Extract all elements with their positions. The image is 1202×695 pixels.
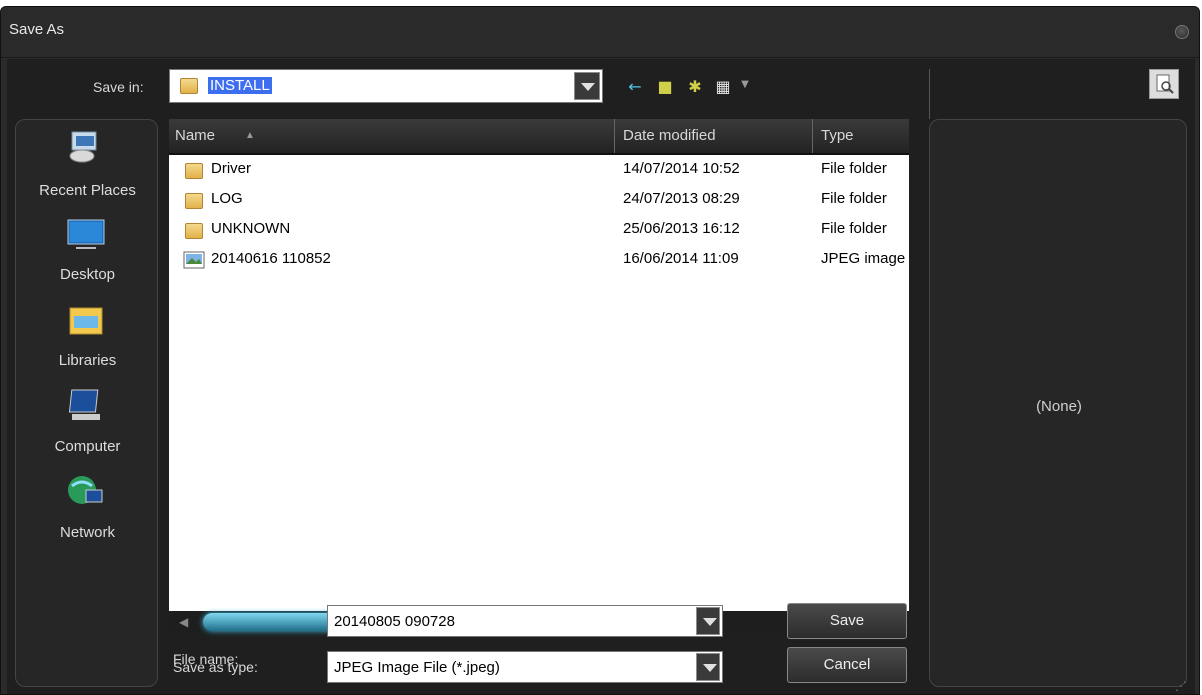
view-menu-chevron-icon[interactable]: ▼ xyxy=(735,75,755,95)
table-row[interactable]: Driver 14/07/2014 10:52 File folder xyxy=(169,155,909,185)
save-as-type-label: Save as type: xyxy=(173,659,258,675)
sort-ascending-icon: ▲ xyxy=(245,130,255,141)
save-in-dropdown[interactable]: INSTALL xyxy=(169,69,603,103)
file-name-value: 20140805 090728 xyxy=(334,613,455,630)
file-name: UNKNOWN xyxy=(211,220,291,237)
save-in-value: INSTALL xyxy=(208,77,272,94)
file-date: 14/07/2014 10:52 xyxy=(623,160,740,177)
resize-grip-icon[interactable]: ⋰ xyxy=(1175,679,1187,693)
table-row[interactable]: UNKNOWN 25/06/2013 16:12 File folder xyxy=(169,215,909,245)
file-name: 20140616 110852 xyxy=(211,250,331,267)
chevron-down-icon[interactable] xyxy=(574,72,600,100)
chevron-down-icon[interactable] xyxy=(696,607,720,635)
table-row[interactable]: LOG 24/07/2013 08:29 File folder xyxy=(169,185,909,215)
save-as-type-select[interactable]: JPEG Image File (*.jpeg) xyxy=(327,651,723,683)
file-date: 25/06/2013 16:12 xyxy=(623,220,740,237)
back-arrow-icon[interactable]: ← xyxy=(625,77,645,97)
libraries-icon xyxy=(69,307,103,335)
network-icon xyxy=(68,476,103,504)
recent-places-icon xyxy=(69,131,97,163)
preview-toggle-icon[interactable] xyxy=(1149,69,1179,99)
folder-icon xyxy=(185,223,203,239)
title-bar[interactable]: Save As xyxy=(1,7,1199,58)
file-type: JPEG image xyxy=(821,250,906,267)
column-date[interactable]: Date modified xyxy=(617,119,813,153)
close-icon[interactable] xyxy=(1175,25,1189,39)
file-type: File folder xyxy=(821,160,887,177)
file-type: File folder xyxy=(821,220,887,237)
image-file-icon xyxy=(183,251,205,269)
place-label: Libraries xyxy=(58,352,117,369)
place-label: Recent Places xyxy=(39,182,136,199)
dialog-body: Save in: INSTALL ← ■ ✱ ▦ ▼ Recent Places… xyxy=(7,59,1195,694)
file-name: Driver xyxy=(211,160,251,177)
table-row[interactable]: 20140616 110852 16/06/2014 11:09 JPEG im… xyxy=(169,245,909,275)
column-type[interactable]: Type xyxy=(815,119,909,153)
preview-none-text: (None) xyxy=(1036,398,1082,415)
file-date: 24/07/2013 08:29 xyxy=(623,190,740,207)
save-as-dialog: Save As Save in: INSTALL ← ■ ✱ ▦ ▼ Recen… xyxy=(0,6,1200,695)
folder-icon xyxy=(180,78,198,94)
column-name-label: Name xyxy=(175,127,216,144)
save-button[interactable]: Save xyxy=(787,603,907,639)
new-folder-icon[interactable]: ✱ xyxy=(685,77,705,97)
places-bar: Recent Places Desktop Libraries Computer… xyxy=(15,119,158,687)
folder-icon xyxy=(185,163,203,179)
folder-icon xyxy=(185,193,203,209)
cancel-button[interactable]: Cancel xyxy=(787,647,907,683)
place-label: Network xyxy=(59,524,115,541)
save-as-type-value: JPEG Image File (*.jpeg) xyxy=(334,659,500,676)
column-name[interactable]: Name ▲ xyxy=(169,119,615,153)
desktop-icon xyxy=(67,219,105,249)
window-title: Save As xyxy=(9,21,65,38)
view-menu-icon[interactable]: ▦ xyxy=(713,77,733,97)
preview-pane: (None) xyxy=(929,119,1187,687)
file-list[interactable]: Name ▲ Date modified Type Driver 14/07/2… xyxy=(169,119,909,611)
file-list-header: Name ▲ Date modified Type xyxy=(169,119,909,155)
computer-icon xyxy=(68,389,100,420)
save-in-label: Save in: xyxy=(93,79,144,95)
place-label: Desktop xyxy=(59,266,116,283)
file-name: LOG xyxy=(211,190,243,207)
file-type: File folder xyxy=(821,190,887,207)
file-date: 16/06/2014 11:09 xyxy=(623,250,739,267)
place-label: Computer xyxy=(54,438,121,455)
up-folder-icon[interactable]: ■ xyxy=(655,77,675,97)
chevron-down-icon[interactable] xyxy=(696,653,720,681)
scroll-left-icon[interactable]: ◀ xyxy=(179,615,188,629)
file-name-field[interactable]: 20140805 090728 xyxy=(327,605,723,637)
